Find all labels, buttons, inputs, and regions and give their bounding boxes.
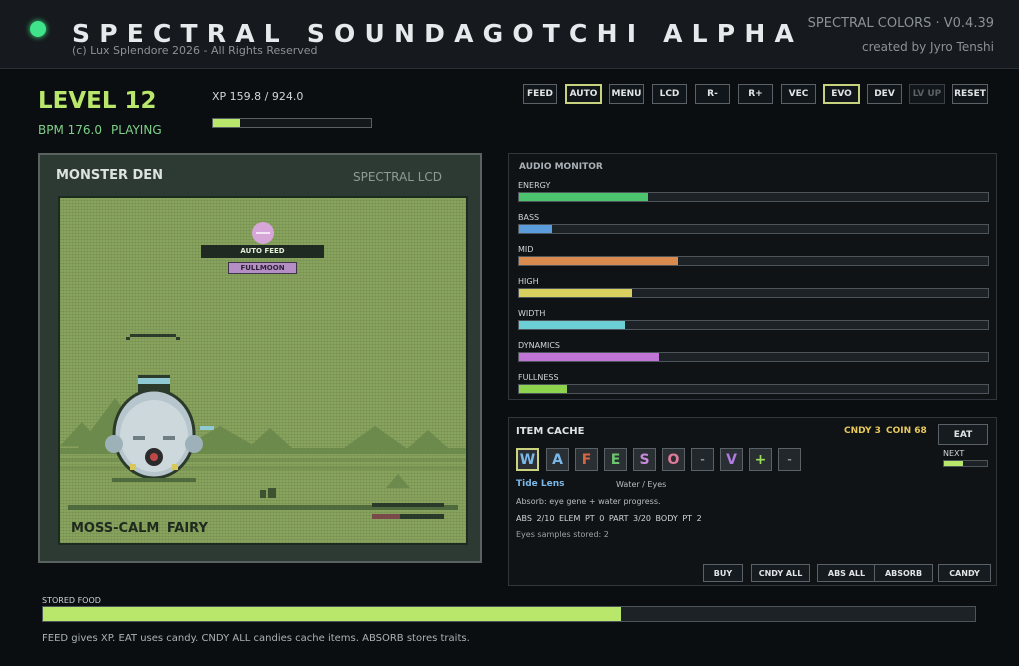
item-slot-o[interactable]: O: [662, 448, 685, 471]
mini-meter: [372, 503, 444, 519]
author-credit: created by Jyro Tenshi: [862, 40, 994, 54]
candy-button[interactable]: CANDY: [938, 564, 991, 582]
meter-label-dynamics: DYNAMICS: [518, 341, 560, 350]
item-description: Absorb: eye gene + water progress.: [516, 497, 661, 506]
den-title: MONSTER DEN: [56, 168, 164, 183]
ground-strip: [60, 466, 466, 470]
moon-phase-tag: FULLMOON: [228, 262, 297, 274]
audio-monitor-panel: AUDIO MONITOR ENERGY BASS MID HIGH WIDTH…: [508, 153, 997, 400]
width-meter: [518, 320, 989, 330]
auto-button[interactable]: AUTO: [565, 84, 602, 104]
bass-meter: [518, 224, 989, 234]
status-indicator: [30, 21, 46, 37]
width-meter-fill: [519, 321, 626, 329]
auto-feed-tag: AUTO FEED: [201, 245, 324, 258]
den-subtitle: SPECTRAL LCD: [352, 170, 442, 184]
meter-label-width: WIDTH: [518, 309, 546, 318]
level-label: LEVEL 12: [38, 88, 157, 114]
candy-count: CNDY 3: [844, 426, 881, 436]
hill: [386, 474, 410, 488]
bass-meter-fill: [519, 225, 552, 233]
item-slot-empty[interactable]: -: [778, 448, 801, 471]
item-type: Water / Eyes: [616, 480, 667, 489]
halo-icon: [126, 334, 180, 340]
item-slot-water[interactable]: W: [516, 448, 539, 471]
bpm-readout: BPM 176.0: [38, 123, 102, 137]
rate-up-button[interactable]: R+: [738, 84, 773, 104]
item-slot-plus[interactable]: +: [749, 448, 772, 471]
lcd-screen: AUTO FEED FULLMOON MOSS-CALM FAIRY: [58, 196, 468, 545]
item-name: Tide Lens: [516, 479, 565, 489]
dev-button[interactable]: DEV: [867, 84, 902, 104]
monster-den-panel: MONSTER DEN SPECTRAL LCD AUTO FEED FULLM…: [38, 153, 482, 563]
reset-button[interactable]: RESET: [952, 84, 988, 104]
item-slot-empty[interactable]: -: [691, 448, 714, 471]
absorb-button[interactable]: ABSORB: [874, 564, 933, 582]
item-samples: Eyes samples stored: 2: [516, 530, 609, 539]
hill: [248, 428, 292, 448]
moon-icon: [252, 222, 274, 244]
version-label: SPECTRAL COLORS · V0.4.39: [807, 16, 994, 31]
xp-readout: XP 159.8 / 924.0: [212, 90, 304, 103]
monster-sprite: [105, 375, 214, 482]
next-progress-bar: [943, 460, 988, 467]
pet-name: MOSS-CALM FAIRY: [71, 521, 208, 536]
meter-label-fullness: FULLNESS: [518, 373, 559, 382]
absorb-all-button[interactable]: ABS ALL: [817, 564, 876, 582]
xp-progress-fill: [213, 119, 241, 127]
stored-food-bar: [42, 606, 976, 622]
item-slot-v[interactable]: V: [720, 448, 743, 471]
meter-label-energy: ENERGY: [518, 181, 551, 190]
lcd-button[interactable]: LCD: [652, 84, 687, 104]
evo-button[interactable]: EVO: [823, 84, 860, 104]
fullness-meter-fill: [519, 385, 568, 393]
mid-meter-fill: [519, 257, 679, 265]
dynamics-meter-fill: [519, 353, 659, 361]
hill: [344, 426, 406, 448]
next-label: NEXT: [943, 449, 965, 458]
feed-button[interactable]: FEED: [523, 84, 557, 104]
coin-count: COIN 68: [886, 426, 927, 436]
eat-button[interactable]: EAT: [938, 424, 988, 445]
dynamics-meter: [518, 352, 989, 362]
help-text: FEED gives XP. EAT uses candy. CNDY ALL …: [42, 633, 470, 644]
vec-button[interactable]: VEC: [781, 84, 816, 104]
energy-meter: [518, 192, 989, 202]
rate-down-button[interactable]: R-: [695, 84, 730, 104]
play-state: PLAYING: [111, 123, 162, 137]
item-slot-earth[interactable]: E: [604, 448, 627, 471]
menu-button[interactable]: MENU: [609, 84, 644, 104]
meter-label-mid: MID: [518, 245, 534, 254]
audio-monitor-title: AUDIO MONITOR: [519, 162, 603, 172]
meter-label-bass: BASS: [518, 213, 540, 222]
stored-food-label: STORED FOOD: [42, 596, 101, 605]
fullness-meter: [518, 384, 989, 394]
energy-meter-fill: [519, 193, 648, 201]
item-slot-air[interactable]: A: [546, 448, 569, 471]
xp-progress-bar: [212, 118, 372, 128]
sprout-icon: [260, 488, 276, 498]
item-cache-title: ITEM CACHE: [516, 426, 585, 437]
hill: [408, 430, 448, 448]
copyright-text: (c) Lux Splendore 2026 - All Rights Rese…: [72, 44, 318, 57]
item-stats: ABS 2/10 ELEM PT 0 PART 3/20 BODY PT 2: [516, 514, 702, 523]
level-up-button[interactable]: LV UP: [909, 84, 945, 104]
buy-button[interactable]: BUY: [703, 564, 743, 582]
high-meter-fill: [519, 289, 632, 297]
item-slot-s[interactable]: S: [633, 448, 656, 471]
header-bar: SPECTRAL SOUNDAGOTCHI ALPHA (c) Lux Sple…: [0, 0, 1019, 69]
meter-label-high: HIGH: [518, 277, 539, 286]
stored-food-fill: [43, 607, 621, 621]
mid-meter: [518, 256, 989, 266]
high-meter: [518, 288, 989, 298]
item-cache-panel: ITEM CACHE CNDY 3 COIN 68 EAT NEXT W A F…: [508, 417, 997, 586]
item-slot-fire[interactable]: F: [575, 448, 598, 471]
candy-all-button[interactable]: CNDY ALL: [751, 564, 810, 582]
next-progress-fill: [944, 461, 964, 466]
